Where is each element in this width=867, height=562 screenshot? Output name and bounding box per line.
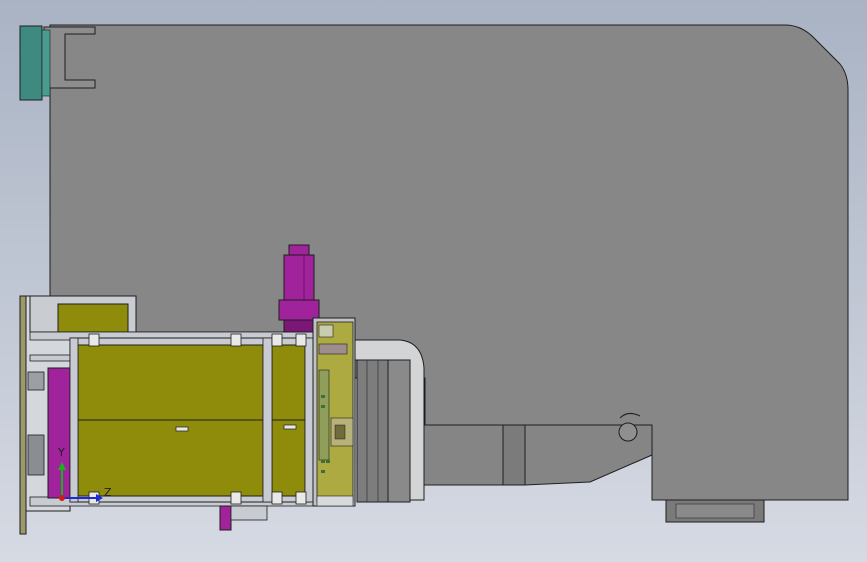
bracket <box>295 491 307 505</box>
bracket <box>230 333 242 347</box>
bracket <box>271 491 283 505</box>
bracket <box>271 333 283 347</box>
left-gray-detail-2 <box>27 371 45 391</box>
vertical-post-mid <box>262 337 273 503</box>
pivot-pin[interactable] <box>618 422 638 442</box>
olive-panel-left-top[interactable] <box>77 344 264 421</box>
green-dot <box>321 405 325 408</box>
flange-outer[interactable] <box>356 359 390 503</box>
control-module-5 <box>334 424 346 440</box>
vertical-post-left <box>69 337 79 503</box>
bracket <box>295 333 307 347</box>
left-mount-plate[interactable] <box>19 295 27 535</box>
shaft-collar <box>502 424 526 486</box>
olive-panel-right-top[interactable] <box>271 344 306 421</box>
motor-flange <box>278 299 320 321</box>
bracket <box>230 491 242 505</box>
triad-z-label: Z <box>104 486 112 499</box>
control-module-1[interactable] <box>318 324 334 338</box>
green-dot <box>321 395 325 398</box>
motor-coupling <box>283 319 315 333</box>
bracket <box>88 333 100 347</box>
left-gray-detail <box>27 434 45 476</box>
triad-x-axis <box>59 495 65 501</box>
teal-clamp-inner <box>41 29 51 97</box>
housing-foot-inner <box>675 503 755 519</box>
triad-y-label: Y <box>57 446 65 459</box>
bottom-magenta-tab[interactable] <box>219 505 232 531</box>
green-dot <box>321 470 325 473</box>
shaft-section-a <box>419 424 516 486</box>
motor-top-cap <box>288 244 310 256</box>
teal-clamp[interactable] <box>19 25 43 101</box>
flange-ring <box>387 359 411 503</box>
magenta-cylinder[interactable] <box>47 367 71 499</box>
panel-handle-right[interactable] <box>283 424 297 430</box>
cad-viewport[interactable]: Y Z <box>0 0 867 562</box>
control-base <box>316 495 354 507</box>
vertical-post-right <box>304 337 314 503</box>
olive-panel-right-bottom[interactable] <box>271 419 306 497</box>
olive-panel-left-bottom[interactable] <box>77 419 264 497</box>
panel-handle-left[interactable] <box>175 426 189 432</box>
green-dot <box>326 460 330 463</box>
bottom-gray-tab <box>230 505 268 521</box>
control-module-3[interactable] <box>318 369 330 461</box>
cad-model-view[interactable]: Y Z <box>0 0 867 562</box>
motor-body[interactable] <box>283 254 315 301</box>
upper-olive-block[interactable] <box>57 303 129 333</box>
mid-rail <box>29 354 71 362</box>
green-dot <box>321 460 325 463</box>
control-module-2[interactable] <box>318 343 348 355</box>
